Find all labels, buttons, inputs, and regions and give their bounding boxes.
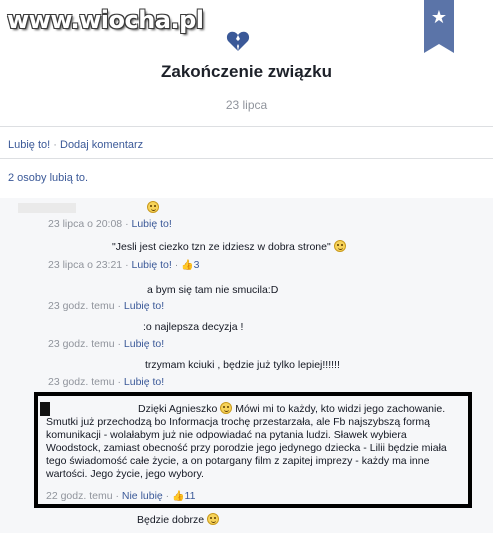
highlighted-comment: Dzięki Agnieszko Mówi mi to każdy, kto w… <box>34 392 472 508</box>
comments-section: 23 lipca o 20:08 · Lubię to! "Jesli jest… <box>0 198 493 533</box>
comment-time[interactable]: 23 godz. temu <box>48 338 115 350</box>
comment-meta: 23 godz. temu · Lubię to! <box>48 338 165 350</box>
star-bookmark[interactable]: ★ <box>424 0 454 53</box>
divider <box>0 158 493 159</box>
comment-item: "Jesli jest ciezko tzn ze idziesz w dobr… <box>112 240 346 254</box>
watermark: www.wiocha.pl <box>7 6 204 34</box>
comment-text: Będzie dobrze <box>137 514 205 526</box>
comment-meta: 23 godz. temu · Lubię to! <box>48 376 165 388</box>
smiley-icon <box>333 240 346 252</box>
comment-item: a bym się tam nie smucila:D <box>147 284 278 297</box>
thumbs-up-icon: 👍 <box>172 491 185 502</box>
broken-heart-icon <box>226 31 250 51</box>
comment-text: a bym się tam nie smucila:D <box>147 284 279 296</box>
comment-time[interactable]: 23 lipca o 23:21 <box>48 259 122 271</box>
thumbs-up-icon: 👍 <box>181 260 194 271</box>
comment-time[interactable]: 23 godz. temu <box>48 300 115 312</box>
comment-item: trzymam kciuki , będzie już tylko lepiej… <box>145 359 340 372</box>
comment-time[interactable]: 22 godz. temu <box>46 490 113 502</box>
smiley-icon <box>207 513 220 525</box>
comment-item: Będzie dobrze <box>137 513 220 527</box>
comment-meta: 22 godz. temu · Nie lubię · 👍11 <box>46 490 196 502</box>
comment-text-rest: Mówi mi to każdy, kto widzi jego zachowa… <box>46 403 447 480</box>
comment-unlike-link[interactable]: Nie lubię <box>122 490 163 502</box>
divider <box>0 126 493 127</box>
comment-text: "Jesli jest ciezko tzn ze idziesz w dobr… <box>112 241 331 253</box>
comment-text-start: Dzięki Agnieszko <box>138 403 218 415</box>
add-comment-link[interactable]: Dodaj komentarz <box>60 139 143 151</box>
comment-like-count[interactable]: 3 <box>194 259 200 271</box>
like-link[interactable]: Lubię to! <box>8 139 50 151</box>
comment-meta: 23 godz. temu · Lubię to! <box>48 300 165 312</box>
smiley-icon <box>220 402 233 414</box>
comment-like-link[interactable]: Lubię to! <box>132 218 172 230</box>
comment-text: :o najlepsza decyzja ! <box>143 321 244 333</box>
comment-item <box>18 201 159 215</box>
star-icon: ★ <box>430 7 448 27</box>
comment-time[interactable]: 23 lipca o 20:08 <box>48 218 122 230</box>
comment-item: :o najlepsza decyzja ! <box>143 321 243 334</box>
comment-like-link[interactable]: Lubię to! <box>124 300 164 312</box>
comment-meta: 23 lipca o 20:08 · Lubię to! <box>48 218 172 230</box>
separator: · <box>53 139 57 151</box>
action-bar: Lubię to! · Dodaj komentarz <box>8 139 143 151</box>
smiley-icon <box>146 201 159 213</box>
comment-like-link[interactable]: Lubię to! <box>124 376 164 388</box>
likes-summary[interactable]: 2 osoby lubią to. <box>8 172 88 184</box>
comment-text: trzymam kciuki , będzie już tylko lepiej… <box>145 359 340 371</box>
comment-text: Dzięki Agnieszko Mówi mi to każdy, kto w… <box>46 402 456 481</box>
comment-like-link[interactable]: Lubię to! <box>132 259 172 271</box>
event-title: Zakończenie związku <box>161 62 332 81</box>
author-name[interactable] <box>18 203 76 214</box>
comment-time[interactable]: 23 godz. temu <box>48 376 115 388</box>
comment-like-count[interactable]: 11 <box>185 490 196 502</box>
event-date: 23 lipca <box>225 98 268 112</box>
comment-meta: 23 lipca o 23:21 · Lubię to! · 👍3 <box>48 259 200 271</box>
comment-like-link[interactable]: Lubię to! <box>124 338 164 350</box>
